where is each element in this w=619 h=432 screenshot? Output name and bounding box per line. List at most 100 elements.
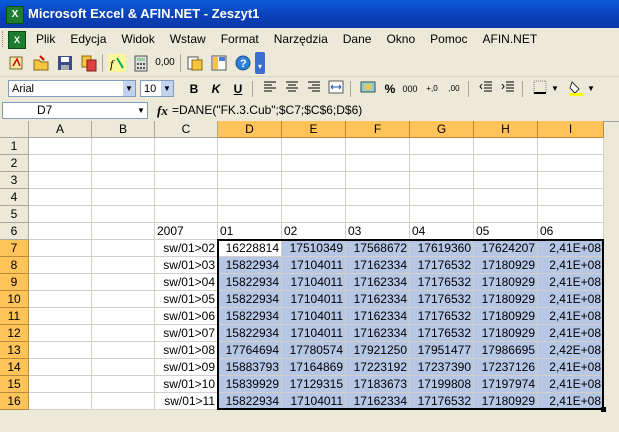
cell-c9[interactable]: sw/01>04 (155, 274, 218, 291)
row-header-6[interactable]: 6 (0, 223, 29, 240)
chevron-down-icon[interactable]: ▼ (586, 80, 596, 98)
cell-g13[interactable]: 17951477 (410, 342, 474, 359)
cell-f8[interactable]: 17162334 (346, 257, 410, 274)
cell-i8[interactable]: 2,41E+08 (538, 257, 604, 274)
cell-e10[interactable]: 17104011 (282, 291, 346, 308)
cell-d11[interactable]: 15822934 (218, 308, 282, 325)
cell-c11[interactable]: sw/01>06 (155, 308, 218, 325)
cell-d13[interactable]: 17764694 (218, 342, 282, 359)
cell-h12[interactable]: 17180929 (474, 325, 538, 342)
formula-icon[interactable]: f (108, 54, 126, 72)
increase-decimal-button[interactable]: +,0 (422, 80, 442, 98)
cell-h6[interactable]: 05 (474, 223, 538, 240)
cell-a14[interactable] (29, 359, 92, 376)
column-header-c[interactable]: C (155, 121, 218, 138)
row-header-5[interactable]: 5 (0, 206, 29, 223)
cell-i11[interactable]: 2,41E+08 (538, 308, 604, 325)
cell-a16[interactable] (29, 393, 92, 410)
cell-e11[interactable]: 17104011 (282, 308, 346, 325)
cell-f15[interactable]: 17183673 (346, 376, 410, 393)
menu-okno[interactable]: Okno (386, 32, 415, 46)
menu-format[interactable]: Format (221, 32, 259, 46)
cell-f16[interactable]: 17162334 (346, 393, 410, 410)
cell-h15[interactable]: 17197974 (474, 376, 538, 393)
row-header-1[interactable]: 1 (0, 138, 29, 155)
cell-h3[interactable] (474, 172, 538, 189)
cell-a6[interactable] (29, 223, 92, 240)
cell-g10[interactable]: 17176532 (410, 291, 474, 308)
cell-h2[interactable] (474, 155, 538, 172)
thousands-button[interactable]: 000 (400, 80, 420, 98)
cell-c10[interactable]: sw/01>05 (155, 291, 218, 308)
menu-afin[interactable]: AFIN.NET (483, 32, 538, 46)
cell-f11[interactable]: 17162334 (346, 308, 410, 325)
cell-e9[interactable]: 17104011 (282, 274, 346, 291)
formula-input[interactable]: =DANE("FK.3.Cub";$C7;$C$6;D$6) (172, 103, 362, 117)
cell-i16[interactable]: 2,41E+08 (538, 393, 604, 410)
cell-f5[interactable] (346, 206, 410, 223)
fx-wizard-icon[interactable] (8, 54, 26, 72)
number-format-icon[interactable]: 0,00 (154, 54, 176, 72)
cell-a13[interactable] (29, 342, 92, 359)
column-header-h[interactable]: H (474, 121, 538, 138)
cell-g1[interactable] (410, 138, 474, 155)
cell-g12[interactable]: 17176532 (410, 325, 474, 342)
cell-c12[interactable]: sw/01>07 (155, 325, 218, 342)
row-header-16[interactable]: 16 (0, 393, 29, 410)
menu-pomoc[interactable]: Pomoc (430, 32, 467, 46)
cell-f1[interactable] (346, 138, 410, 155)
cell-c2[interactable] (155, 155, 218, 172)
cell-e3[interactable] (282, 172, 346, 189)
align-right-icon[interactable] (304, 80, 324, 98)
row-header-9[interactable]: 9 (0, 274, 29, 291)
cell-f13[interactable]: 17921250 (346, 342, 410, 359)
cell-i12[interactable]: 2,41E+08 (538, 325, 604, 342)
cell-b5[interactable] (92, 206, 155, 223)
cell-b12[interactable] (92, 325, 155, 342)
cell-e7[interactable]: 17510349 (282, 240, 346, 257)
cell-d16[interactable]: 15822934 (218, 393, 282, 410)
menu-dane[interactable]: Dane (343, 32, 372, 46)
cell-c16[interactable]: sw/01>11 (155, 393, 218, 410)
cell-g3[interactable] (410, 172, 474, 189)
cell-d4[interactable] (218, 189, 282, 206)
cell-g14[interactable]: 17237390 (410, 359, 474, 376)
cell-c5[interactable] (155, 206, 218, 223)
column-header-d[interactable]: D (218, 121, 282, 138)
cell-g7[interactable]: 17619360 (410, 240, 474, 257)
cell-b11[interactable] (92, 308, 155, 325)
row-header-10[interactable]: 10 (0, 291, 29, 308)
cell-g11[interactable]: 17176532 (410, 308, 474, 325)
cell-h11[interactable]: 17180929 (474, 308, 538, 325)
cell-b13[interactable] (92, 342, 155, 359)
cell-c4[interactable] (155, 189, 218, 206)
cell-d9[interactable]: 15822934 (218, 274, 282, 291)
cell-c15[interactable]: sw/01>10 (155, 376, 218, 393)
cell-e14[interactable]: 17164869 (282, 359, 346, 376)
cell-h14[interactable]: 17237126 (474, 359, 538, 376)
currency-icon[interactable] (358, 80, 378, 98)
row-header-7[interactable]: 7 (0, 240, 29, 257)
db-icon[interactable] (186, 54, 204, 72)
cell-c6[interactable]: 2007 (155, 223, 218, 240)
copy-icon[interactable] (80, 54, 98, 72)
menu-wstaw[interactable]: Wstaw (170, 32, 206, 46)
pivot-icon[interactable] (210, 54, 228, 72)
cell-c7[interactable]: sw/01>02 (155, 240, 218, 257)
cell-f2[interactable] (346, 155, 410, 172)
cell-i6[interactable]: 06 (538, 223, 604, 240)
cell-a9[interactable] (29, 274, 92, 291)
column-header-i[interactable]: I (538, 121, 604, 138)
cell-a3[interactable] (29, 172, 92, 189)
cell-d12[interactable]: 15822934 (218, 325, 282, 342)
cell-d1[interactable] (218, 138, 282, 155)
borders-icon[interactable] (530, 80, 550, 98)
cell-g16[interactable]: 17176532 (410, 393, 474, 410)
cell-a10[interactable] (29, 291, 92, 308)
cell-i15[interactable]: 2,41E+08 (538, 376, 604, 393)
bold-button[interactable]: B (184, 80, 204, 98)
align-left-icon[interactable] (260, 80, 280, 98)
row-header-4[interactable]: 4 (0, 189, 29, 206)
cell-b15[interactable] (92, 376, 155, 393)
cell-h1[interactable] (474, 138, 538, 155)
